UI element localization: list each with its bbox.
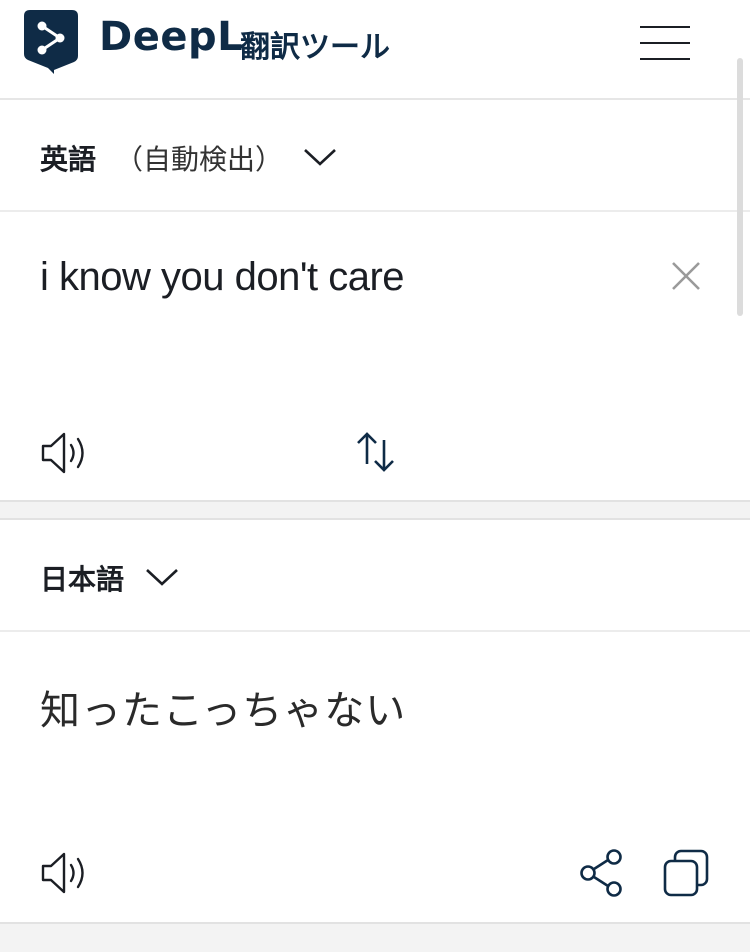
copy-icon[interactable] xyxy=(662,848,710,898)
speaker-icon[interactable] xyxy=(40,430,90,476)
share-icon[interactable] xyxy=(578,848,626,898)
translation-output: 知ったこっちゃない xyxy=(40,688,407,734)
target-language-selector[interactable]: 日本語 xyxy=(0,520,750,632)
auto-detect-label: （自動検出） xyxy=(115,143,284,176)
scrollbar[interactable] xyxy=(737,58,743,316)
brand-name: DeepL xyxy=(99,14,244,60)
source-panel: 英語 （自動検出） i know you don't care xyxy=(0,100,750,502)
swap-icon[interactable] xyxy=(354,430,398,474)
hamburger-menu-icon[interactable] xyxy=(640,26,692,62)
target-language-label: 日本語 xyxy=(40,563,125,596)
source-language-label: 英語 xyxy=(40,143,97,176)
speaker-icon[interactable] xyxy=(40,850,90,896)
chevron-down-icon[interactable] xyxy=(303,147,337,167)
clear-icon[interactable] xyxy=(670,260,702,292)
source-text-input[interactable]: i know you don't care xyxy=(40,255,405,300)
brand-subtitle: 翻訳ツール xyxy=(240,30,390,65)
source-language-selector[interactable]: 英語 （自動検出） xyxy=(0,100,750,212)
target-panel: 日本語 知ったこっちゃない xyxy=(0,518,750,924)
deepl-logo-icon[interactable] xyxy=(22,8,80,74)
app-header: DeepL 翻訳ツール xyxy=(0,0,750,100)
chevron-down-icon[interactable] xyxy=(145,567,179,587)
